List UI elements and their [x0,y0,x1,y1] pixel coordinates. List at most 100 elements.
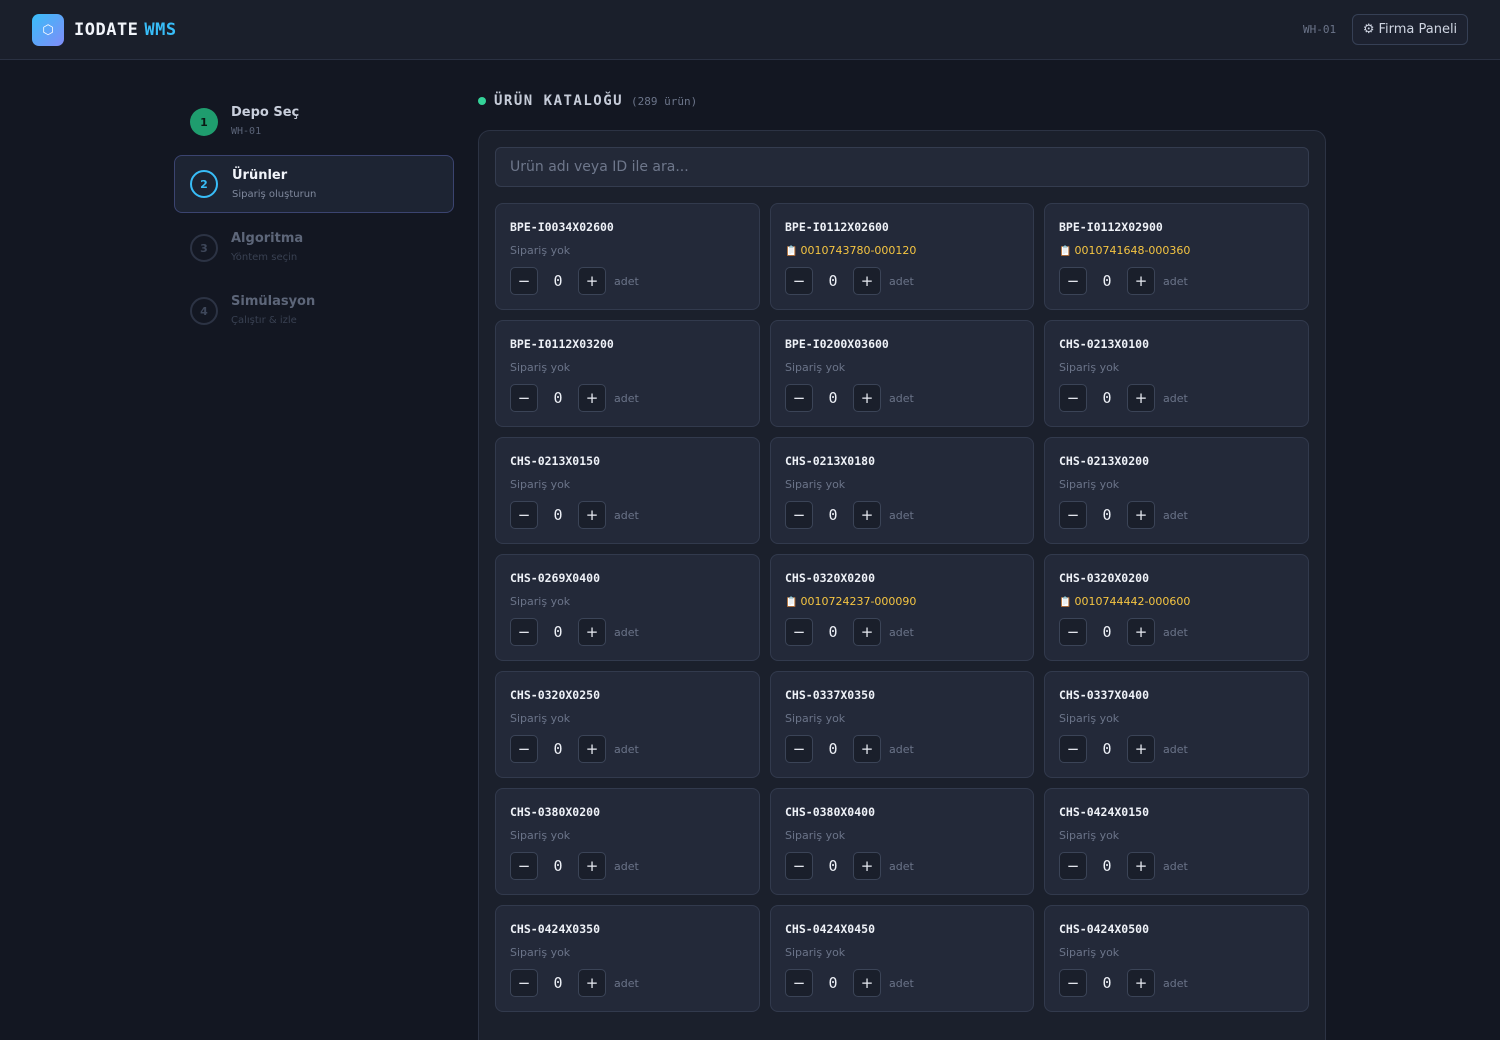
order-status: 📋 0010741648-000360 [1059,244,1190,258]
quantity-value[interactable]: 0 [1087,389,1127,407]
decrease-quantity-button[interactable]: − [510,852,538,880]
decrease-quantity-button[interactable]: − [510,735,538,763]
decrease-quantity-button[interactable]: − [785,384,813,412]
increase-quantity-button[interactable]: + [578,735,606,763]
order-status: Sipariş yok [510,595,570,608]
quantity-value[interactable]: 0 [1087,272,1127,290]
quantity-value[interactable]: 0 [1087,974,1127,992]
quantity-value[interactable]: 0 [538,974,578,992]
product-id: CHS-0337X0400 [1059,688,1150,702]
firma-panel-button[interactable]: ⚙ Firma Paneli [1352,14,1468,45]
order-label: Sipariş yok [1059,361,1120,374]
step-number: 1 [190,108,218,136]
quantity-value[interactable]: 0 [1087,857,1127,875]
step-urunler[interactable]: 2 Ürünler Sipariş oluşturun [174,155,454,213]
product-card: CHS-0424X0150 Sipariş yok −0 + adet [1044,788,1309,895]
increase-quantity-button[interactable]: + [578,969,606,997]
order-status: Sipariş yok [510,361,570,374]
increase-quantity-button[interactable]: + [578,267,606,295]
increase-quantity-button[interactable]: + [853,267,881,295]
product-card: CHS-0213X0150 Sipariş yok −0 + adet [495,437,760,544]
step-simulasyon[interactable]: 4 Simülasyon Çalıştır & izle [174,282,454,340]
step-subtitle: WH-01 [231,126,262,137]
quantity-value[interactable]: 0 [813,974,853,992]
quantity-value[interactable]: 0 [1087,506,1127,524]
decrease-quantity-button[interactable]: − [510,267,538,295]
quantity-value[interactable]: 0 [538,740,578,758]
decrease-quantity-button[interactable]: − [785,501,813,529]
decrease-quantity-button[interactable]: − [1059,384,1087,412]
quantity-unit: adet [614,509,639,522]
increase-quantity-button[interactable]: + [853,735,881,763]
step-depo-sec[interactable]: 1 Depo Seç WH-01 [174,93,454,151]
increase-quantity-button[interactable]: + [1127,735,1155,763]
order-status: Sipariş yok [785,946,845,959]
step-algoritma[interactable]: 3 Algoritma Yöntem seçin [174,219,454,277]
order-label: 0010743780-000120 [800,244,917,257]
search-input[interactable] [495,147,1309,187]
quantity-unit: adet [1163,743,1188,756]
increase-quantity-button[interactable]: + [1127,852,1155,880]
decrease-quantity-button[interactable]: − [785,735,813,763]
step-subtitle: Yöntem seçin [231,252,298,263]
decrease-quantity-button[interactable]: − [785,618,813,646]
order-status: Sipariş yok [510,478,570,491]
increase-quantity-button[interactable]: + [1127,384,1155,412]
order-label: Sipariş yok [510,244,571,257]
quantity-value[interactable]: 0 [1087,740,1127,758]
quantity-unit: adet [1163,392,1188,405]
increase-quantity-button[interactable]: + [578,618,606,646]
increase-quantity-button[interactable]: + [853,501,881,529]
quantity-unit: adet [889,743,914,756]
increase-quantity-button[interactable]: + [578,384,606,412]
increase-quantity-button[interactable]: + [578,852,606,880]
increase-quantity-button[interactable]: + [578,501,606,529]
brand-secondary: WMS [144,20,177,40]
decrease-quantity-button[interactable]: − [510,501,538,529]
quantity-value[interactable]: 0 [813,272,853,290]
quantity-value[interactable]: 0 [813,389,853,407]
decrease-quantity-button[interactable]: − [785,969,813,997]
quantity-value[interactable]: 0 [813,857,853,875]
quantity-value[interactable]: 0 [538,389,578,407]
product-card: CHS-0213X0180 Sipariş yok −0 + adet [770,437,1034,544]
quantity-value[interactable]: 0 [538,857,578,875]
quantity-value[interactable]: 0 [813,623,853,641]
quantity-value[interactable]: 0 [813,740,853,758]
decrease-quantity-button[interactable]: − [1059,267,1087,295]
order-status: Sipariş yok [785,712,845,725]
quantity-value[interactable]: 0 [813,506,853,524]
decrease-quantity-button[interactable]: − [785,852,813,880]
order-label: Sipariş yok [785,829,846,842]
decrease-quantity-button[interactable]: − [1059,735,1087,763]
firma-panel-label: Firma Paneli [1378,22,1458,37]
quantity-value[interactable]: 0 [538,272,578,290]
increase-quantity-button[interactable]: + [1127,618,1155,646]
warehouse-code: WH-01 [1303,23,1337,36]
decrease-quantity-button[interactable]: − [510,618,538,646]
increase-quantity-button[interactable]: + [1127,267,1155,295]
increase-quantity-button[interactable]: + [853,384,881,412]
increase-quantity-button[interactable]: + [853,618,881,646]
order-label: Sipariş yok [510,478,571,491]
decrease-quantity-button[interactable]: − [785,267,813,295]
product-id: BPE-I0034X02600 [510,220,614,234]
decrease-quantity-button[interactable]: − [1059,618,1087,646]
decrease-quantity-button[interactable]: − [510,969,538,997]
increase-quantity-button[interactable]: + [1127,969,1155,997]
quantity-value[interactable]: 0 [538,623,578,641]
brand-primary: IODATE [74,20,139,40]
decrease-quantity-button[interactable]: − [510,384,538,412]
increase-quantity-button[interactable]: + [853,969,881,997]
quantity-unit: adet [614,860,639,873]
order-status: Sipariş yok [510,829,570,842]
increase-quantity-button[interactable]: + [1127,501,1155,529]
quantity-value[interactable]: 0 [538,506,578,524]
decrease-quantity-button[interactable]: − [1059,969,1087,997]
step-title: Depo Seç [231,105,300,120]
increase-quantity-button[interactable]: + [853,852,881,880]
quantity-value[interactable]: 0 [1087,623,1127,641]
step-number: 2 [190,170,218,198]
decrease-quantity-button[interactable]: − [1059,501,1087,529]
decrease-quantity-button[interactable]: − [1059,852,1087,880]
